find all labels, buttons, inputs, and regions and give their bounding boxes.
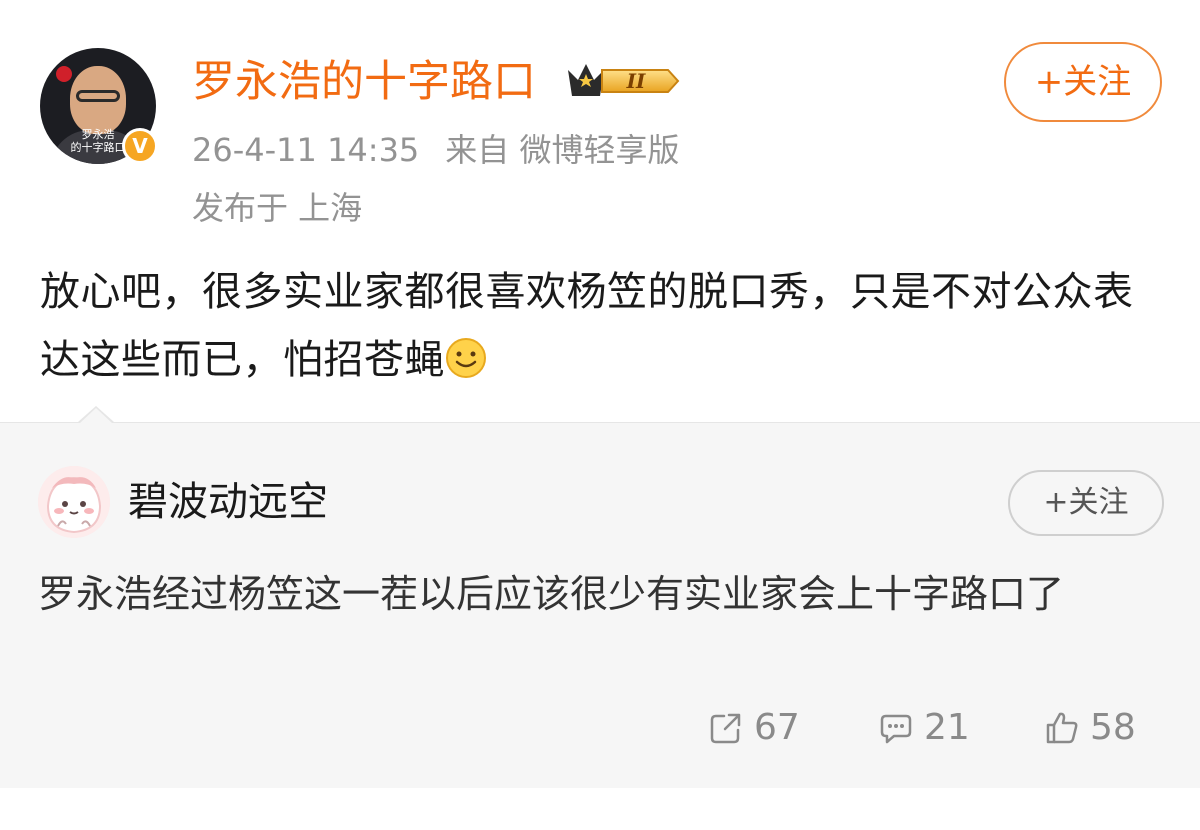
retweet-text: 罗永浩经过杨笠这一茬以后应该很少有实业家会上十字路口了 bbox=[38, 572, 1065, 616]
like-action[interactable]: 58 bbox=[1044, 706, 1136, 750]
post-text-content: 放心吧，很多实业家都很喜欢杨笠的脱口秀，只是不对公众表达这些而已，怕招苍蝇 bbox=[40, 269, 1134, 383]
post-location: 发布于 上海 bbox=[192, 189, 363, 227]
author-name[interactable]: 罗永浩的十字路口 bbox=[192, 54, 536, 110]
smile-emoji-icon bbox=[446, 338, 486, 378]
verified-badge-icon: V bbox=[122, 128, 158, 164]
comment-count: 21 bbox=[924, 707, 970, 748]
avatar-glasses-shape bbox=[76, 90, 120, 102]
like-count: 58 bbox=[1090, 707, 1136, 748]
level-badge-label: II bbox=[626, 69, 646, 93]
comment-action[interactable]: 21 bbox=[878, 706, 970, 750]
repost-action[interactable]: 67 bbox=[708, 706, 800, 750]
thumbs-up-icon bbox=[1046, 712, 1078, 744]
retweet-author-avatar[interactable] bbox=[38, 466, 110, 538]
post-text: 放心吧，很多实业家都很喜欢杨笠的脱口秀，只是不对公众表达这些而已，怕招苍蝇 bbox=[40, 258, 1170, 394]
bottom-spacer bbox=[0, 788, 1200, 830]
post-timestamp: 26-4-11 14:35 bbox=[192, 131, 420, 169]
post-source[interactable]: 来自 微博轻享版 bbox=[445, 131, 679, 169]
retweet-notch-inner bbox=[80, 408, 112, 423]
post-meta: 26-4-11 14:35 来自 微博轻享版 bbox=[192, 128, 679, 172]
crown-level-badge-icon: II bbox=[568, 64, 680, 96]
comment-icon bbox=[880, 714, 912, 744]
repost-icon bbox=[710, 713, 741, 744]
avatar-logo-icon bbox=[56, 66, 72, 82]
main-post: 罗永浩 的十字路口 V 罗永浩的十字路口 II 26-4-11 14:35 来自 … bbox=[0, 0, 1200, 422]
retweet-author-name[interactable]: 碧波动远空 bbox=[128, 476, 328, 528]
follow-button[interactable]: +关注 bbox=[1004, 42, 1162, 122]
avatar-caption: 罗永浩 的十字路口 bbox=[70, 128, 126, 154]
repost-count: 67 bbox=[754, 707, 800, 748]
retweet-follow-button[interactable]: +关注 bbox=[1008, 470, 1164, 536]
